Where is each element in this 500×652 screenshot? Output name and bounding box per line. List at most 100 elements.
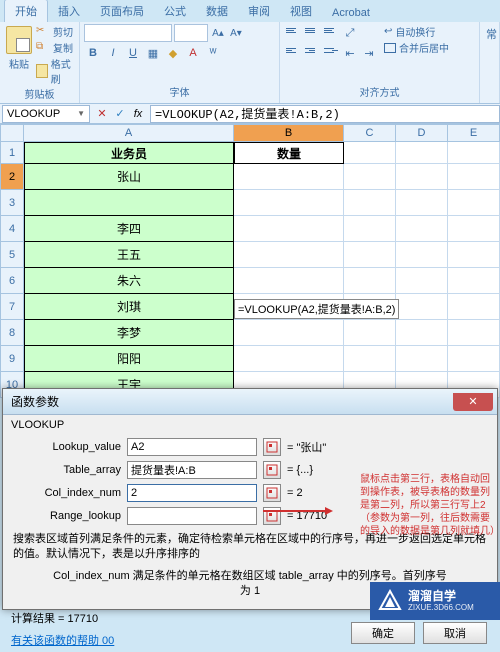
cell-e2[interactable]	[448, 164, 500, 190]
tab-insert[interactable]: 插入	[48, 0, 90, 22]
col-header-a[interactable]: A	[24, 124, 234, 142]
cell-e6[interactable]	[448, 268, 500, 294]
row-header-4[interactable]: 4	[0, 216, 24, 242]
cell-d9[interactable]	[396, 346, 448, 372]
cell-b5[interactable]	[234, 242, 344, 268]
accept-formula-button[interactable]: ✓	[112, 106, 128, 122]
cell-c3[interactable]	[344, 190, 396, 216]
cell-a8[interactable]: 李梦	[24, 320, 234, 346]
tab-review[interactable]: 审阅	[238, 0, 280, 22]
italic-button[interactable]: I	[104, 44, 122, 62]
row-header-2[interactable]: 2	[0, 164, 24, 190]
cell-a1[interactable]: 业务员	[24, 142, 234, 164]
tab-view[interactable]: 视图	[280, 0, 322, 22]
cell-d2[interactable]	[396, 164, 448, 190]
align-middle-button[interactable]	[303, 25, 321, 41]
cell-e7[interactable]	[448, 294, 500, 320]
cut-button[interactable]: ✂剪切	[36, 24, 75, 39]
cell-e8[interactable]	[448, 320, 500, 346]
align-right-button[interactable]	[322, 45, 340, 61]
dialog-cancel-button[interactable]: 取消	[423, 622, 487, 644]
arg-range-lookup-input[interactable]	[127, 507, 257, 525]
cell-d4[interactable]	[396, 216, 448, 242]
cell-e9[interactable]	[448, 346, 500, 372]
cell-a2[interactable]: 张山	[24, 164, 234, 190]
cell-a5[interactable]: 王五	[24, 242, 234, 268]
cell-c4[interactable]	[344, 216, 396, 242]
row-header-1[interactable]: 1	[0, 142, 24, 164]
cell-d3[interactable]	[396, 190, 448, 216]
align-bottom-button[interactable]	[322, 25, 340, 41]
cell-d7[interactable]	[396, 294, 448, 320]
col-header-b[interactable]: B	[234, 124, 344, 142]
ref-button-2[interactable]	[263, 461, 281, 479]
cell-c8[interactable]	[344, 320, 396, 346]
orientation-button[interactable]: ⤢	[341, 24, 359, 42]
fill-color-button[interactable]: ◆	[164, 44, 182, 62]
cell-e5[interactable]	[448, 242, 500, 268]
cell-c2[interactable]	[344, 164, 396, 190]
arg-col-index-input[interactable]	[127, 484, 257, 502]
cell-e1[interactable]	[448, 142, 500, 164]
dialog-close-button[interactable]: ✕	[453, 393, 493, 411]
cell-a3[interactable]	[24, 190, 234, 216]
row-header-3[interactable]: 3	[0, 190, 24, 216]
shrink-font-icon[interactable]: A▾	[228, 25, 244, 41]
format-painter-button[interactable]: 格式刷	[36, 56, 75, 86]
cell-e4[interactable]	[448, 216, 500, 242]
cell-b6[interactable]	[234, 268, 344, 294]
cell-d5[interactable]	[396, 242, 448, 268]
cell-d8[interactable]	[396, 320, 448, 346]
align-left-button[interactable]	[284, 45, 302, 61]
cell-a9[interactable]: 阳阳	[24, 346, 234, 372]
fx-button[interactable]: fx	[130, 106, 146, 122]
font-color-button[interactable]: A	[184, 44, 202, 62]
cell-b8[interactable]	[234, 320, 344, 346]
cell-e3[interactable]	[448, 190, 500, 216]
dialog-ok-button[interactable]: 确定	[351, 622, 415, 644]
cell-b4[interactable]	[234, 216, 344, 242]
cell-c6[interactable]	[344, 268, 396, 294]
cell-c9[interactable]	[344, 346, 396, 372]
wrap-text-button[interactable]: ↩自动换行	[384, 24, 449, 39]
tab-home[interactable]: 开始	[4, 0, 48, 22]
row-header-8[interactable]: 8	[0, 320, 24, 346]
tab-formulas[interactable]: 公式	[154, 0, 196, 22]
dialog-help-link[interactable]: 有关该函数的帮助 00	[11, 635, 114, 647]
tab-pagelayout[interactable]: 页面布局	[90, 0, 154, 22]
tab-acrobat[interactable]: Acrobat	[322, 4, 380, 22]
row-header-5[interactable]: 5	[0, 242, 24, 268]
cell-a6[interactable]: 朱六	[24, 268, 234, 294]
align-center-button[interactable]	[303, 45, 321, 61]
cancel-formula-button[interactable]: ✕	[94, 106, 110, 122]
cell-b9[interactable]	[234, 346, 344, 372]
font-size-input[interactable]	[174, 24, 208, 42]
cell-c5[interactable]	[344, 242, 396, 268]
underline-button[interactable]: U	[124, 44, 142, 62]
dialog-titlebar[interactable]: 函数参数 ✕	[3, 389, 497, 415]
align-top-button[interactable]	[284, 25, 302, 41]
name-box-dropdown-icon[interactable]: ▼	[77, 109, 85, 118]
border-button[interactable]: ▦	[144, 44, 162, 62]
formula-bar[interactable]: =VLOOKUP(A2,提货量表!A:B,2)	[150, 105, 500, 123]
copy-button[interactable]: ⧉复制	[36, 40, 75, 55]
col-header-c[interactable]: C	[344, 124, 396, 142]
cell-a4[interactable]: 李四	[24, 216, 234, 242]
cell-d6[interactable]	[396, 268, 448, 294]
select-all-corner[interactable]	[0, 124, 24, 142]
row-header-6[interactable]: 6	[0, 268, 24, 294]
cell-c1[interactable]	[344, 142, 396, 164]
arg-table-array-input[interactable]	[127, 461, 257, 479]
cell-a7[interactable]: 刘琪	[24, 294, 234, 320]
arg-lookup-value-input[interactable]	[127, 438, 257, 456]
row-header-7[interactable]: 7	[0, 294, 24, 320]
col-header-d[interactable]: D	[396, 124, 448, 142]
indent-inc-button[interactable]: ⇥	[360, 44, 378, 62]
cell-b3[interactable]	[234, 190, 344, 216]
merge-center-button[interactable]: 合并后居中	[384, 40, 449, 55]
phonetic-button[interactable]: ᵂ	[204, 44, 222, 62]
name-box[interactable]: VLOOKUP ▼	[2, 105, 90, 123]
font-name-input[interactable]	[84, 24, 172, 42]
cell-b1[interactable]: 数量	[234, 142, 344, 164]
ref-button-3[interactable]	[263, 484, 281, 502]
